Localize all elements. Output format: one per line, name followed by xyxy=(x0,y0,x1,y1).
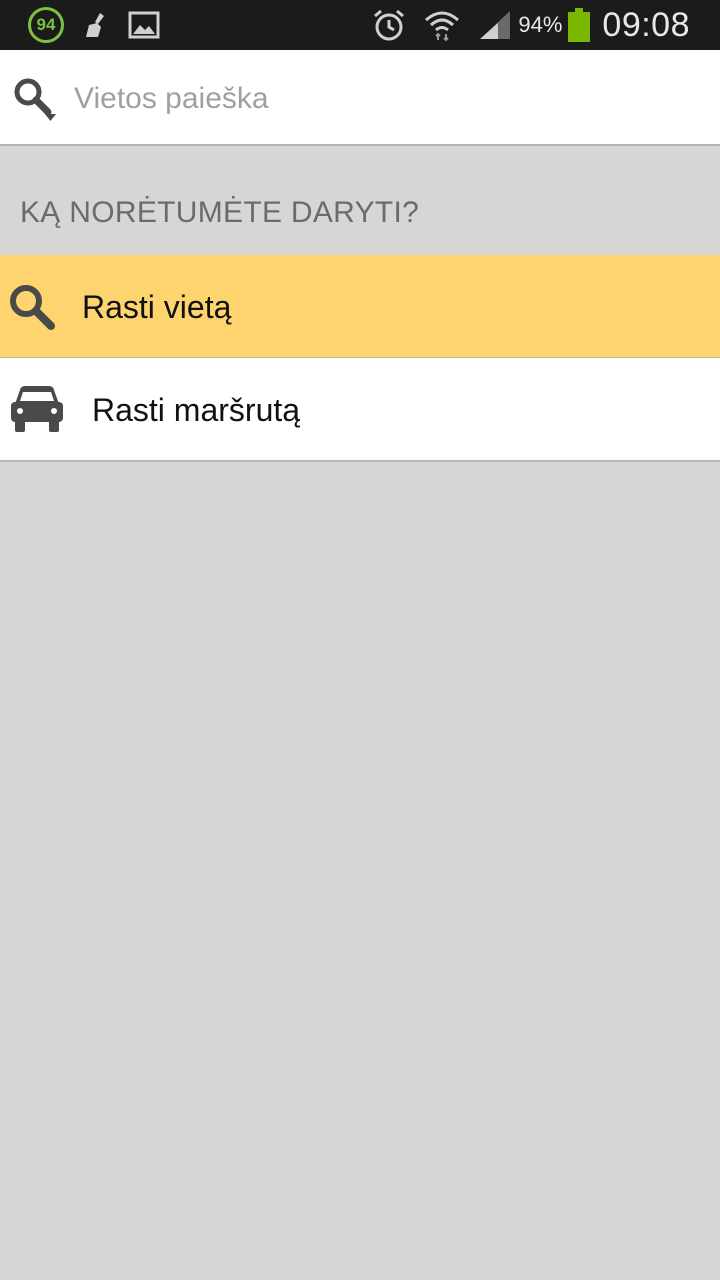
car-icon xyxy=(10,384,64,434)
menu-item-label: Rasti vietą xyxy=(82,289,232,325)
menu-item-find-place[interactable]: Rasti vietą xyxy=(0,255,720,359)
alarm-clock-icon xyxy=(372,8,406,42)
notification-badge-icon: 94 xyxy=(28,7,64,43)
clock-time: 09:08 xyxy=(602,5,690,44)
cleaner-broom-icon xyxy=(82,11,110,39)
search-input[interactable] xyxy=(74,74,694,124)
search-bar xyxy=(0,50,720,146)
menu-item-label: Rasti maršrutą xyxy=(92,392,301,428)
battery-percent: 94% xyxy=(518,12,563,37)
signal-icon xyxy=(478,9,512,41)
search-icon xyxy=(6,281,58,333)
notification-badge-count: 94 xyxy=(36,15,56,34)
status-bar-right: 94% 09:08 xyxy=(354,0,690,50)
wifi-icon xyxy=(424,8,460,42)
status-bar-left: 94 xyxy=(28,7,160,43)
gallery-image-icon xyxy=(128,11,160,39)
menu-item-find-route[interactable]: Rasti maršrutą xyxy=(0,358,720,462)
section-header: KĄ NORĖTUMĖTE DARYTI? xyxy=(20,196,420,229)
search-dropdown-icon[interactable] xyxy=(10,74,60,124)
battery-icon xyxy=(568,8,591,42)
status-bar: 94 94% 09:08 xyxy=(0,0,720,50)
